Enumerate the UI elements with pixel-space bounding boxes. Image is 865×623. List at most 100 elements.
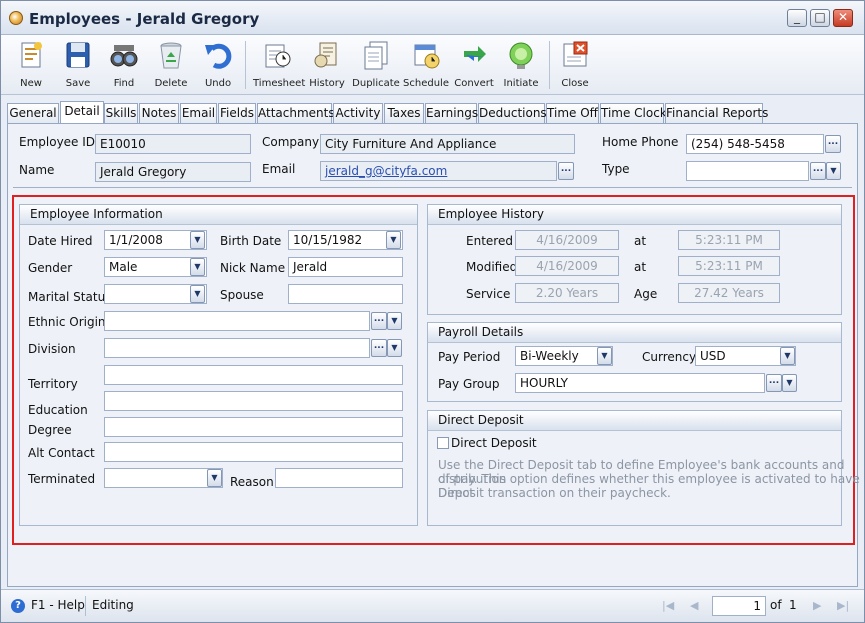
timesheet-button[interactable]: Timesheet: [253, 37, 305, 93]
service-label: Service: [466, 287, 511, 301]
division-ellipsis-button[interactable]: ...: [371, 339, 387, 357]
company-field[interactable]: City Furniture And Appliance: [320, 134, 575, 154]
marital-status-dropdown-button[interactable]: ▼: [190, 285, 205, 303]
tab-activity[interactable]: Activity: [333, 103, 383, 123]
currency-dropdown-button[interactable]: ▼: [780, 347, 795, 365]
terminated-label: Terminated: [28, 472, 96, 486]
modified-label: Modified: [466, 260, 518, 274]
maximize-button[interactable]: □: [810, 9, 830, 27]
direct-deposit-checkbox[interactable]: [437, 437, 449, 449]
pay-group-ellipsis-button[interactable]: ...: [766, 374, 782, 392]
modified-date-field: 4/16/2009: [515, 256, 619, 276]
initiate-button[interactable]: Initiate: [497, 37, 545, 93]
tab-time-clock[interactable]: Time Clock: [600, 103, 667, 123]
education-field[interactable]: [104, 391, 403, 411]
duplicate-button[interactable]: Duplicate: [352, 37, 400, 93]
employee-id-field[interactable]: E10010: [95, 134, 251, 154]
age-field: 27.42 Years: [678, 283, 780, 303]
undo-button[interactable]: Undo: [194, 37, 242, 93]
help-hint: F1 - Help: [31, 598, 85, 612]
home-phone-ellipsis-button[interactable]: ...: [825, 135, 841, 153]
type-ellipsis-button[interactable]: ...: [810, 162, 826, 180]
date-hired-label: Date Hired: [28, 234, 93, 248]
ethnic-origin-field[interactable]: [104, 311, 370, 331]
type-field[interactable]: [686, 161, 809, 181]
page-total: 1: [789, 598, 797, 612]
tab-time-off[interactable]: Time Off: [546, 103, 599, 123]
initiate-light-icon: [509, 42, 533, 69]
entered-date-field: 4/16/2009: [515, 230, 619, 250]
last-page-icon[interactable]: ▶|: [837, 599, 849, 612]
tab-skills[interactable]: Skills: [104, 103, 138, 123]
ethnic-origin-label: Ethnic Origin: [28, 315, 106, 329]
email-field[interactable]: jerald_g@cityfa.com: [320, 161, 557, 181]
tab-attachments[interactable]: Attachments: [257, 103, 335, 123]
gender-dropdown-button[interactable]: ▼: [190, 258, 205, 276]
first-page-icon[interactable]: |◀: [662, 599, 674, 612]
tab-notes[interactable]: Notes: [139, 103, 179, 123]
pay-group-field[interactable]: HOURLY: [515, 373, 765, 393]
find-button[interactable]: Find: [100, 37, 148, 93]
division-dropdown-button[interactable]: ▼: [387, 339, 402, 357]
name-label: Name: [19, 163, 55, 177]
payroll-details-header: Payroll Details: [428, 323, 841, 343]
tab-email[interactable]: Email: [180, 103, 217, 123]
convert-arrows-icon: [464, 46, 486, 62]
previous-page-icon[interactable]: ◀: [690, 599, 698, 612]
tab-general[interactable]: General: [7, 103, 59, 123]
convert-button[interactable]: Convert: [450, 37, 498, 93]
new-document-icon: [21, 42, 42, 68]
toolbar-separator: [245, 41, 246, 89]
territory-field[interactable]: [104, 365, 403, 385]
tab-detail[interactable]: Detail: [60, 101, 104, 124]
close-button[interactable]: Close: [551, 37, 599, 93]
help-icon[interactable]: ?: [11, 599, 25, 613]
birth-date-dropdown-button[interactable]: ▼: [386, 231, 401, 249]
spouse-field[interactable]: [288, 284, 403, 304]
date-hired-dropdown-button[interactable]: ▼: [190, 231, 205, 249]
pay-group-dropdown-button[interactable]: ▼: [782, 374, 797, 392]
alt-contact-field[interactable]: [104, 442, 403, 462]
ethnic-origin-ellipsis-button[interactable]: ...: [371, 312, 387, 330]
name-field[interactable]: Jerald Gregory: [95, 162, 251, 182]
tab-earnings[interactable]: Earnings: [425, 103, 478, 123]
tab-fields[interactable]: Fields: [218, 103, 256, 123]
next-page-icon[interactable]: ▶: [813, 599, 821, 612]
save-button[interactable]: Save: [54, 37, 102, 93]
close-window-button[interactable]: ✕: [833, 9, 853, 27]
territory-label: Territory: [28, 377, 78, 391]
type-dropdown-button[interactable]: ▼: [826, 162, 841, 180]
timesheet-clock-icon: [265, 44, 291, 68]
nick-name-field[interactable]: Jerald: [288, 257, 403, 277]
toolbar-separator: [549, 41, 550, 89]
employee-id-label: Employee ID: [19, 135, 96, 149]
page-of-label: of: [770, 598, 782, 612]
floppy-disk-icon: [66, 42, 90, 68]
terminated-field[interactable]: [104, 468, 223, 488]
tab-taxes[interactable]: Taxes: [384, 103, 424, 123]
terminated-dropdown-button[interactable]: ▼: [207, 469, 222, 487]
status-separator: [85, 596, 86, 616]
reason-field[interactable]: [275, 468, 403, 488]
gender-label: Gender: [28, 261, 73, 275]
minimize-button[interactable]: _: [787, 9, 807, 27]
degree-field[interactable]: [104, 417, 403, 437]
division-label: Division: [28, 342, 76, 356]
recycle-bin-icon: [160, 42, 182, 69]
service-field: 2.20 Years: [515, 283, 619, 303]
pay-period-dropdown-button[interactable]: ▼: [597, 347, 612, 365]
new-button[interactable]: New: [7, 37, 55, 93]
delete-button[interactable]: Delete: [147, 37, 195, 93]
home-phone-field[interactable]: (254) 548-5458: [686, 134, 824, 154]
page-number-input[interactable]: 1: [712, 596, 766, 616]
pay-period-label: Pay Period: [438, 350, 501, 364]
history-button[interactable]: History: [303, 37, 351, 93]
ethnic-origin-dropdown-button[interactable]: ▼: [387, 312, 402, 330]
title-bar: Employees - Jerald Gregory _ □ ✕: [1, 1, 864, 35]
tab-deductions[interactable]: Deductions: [478, 103, 547, 123]
tab-financial-reports[interactable]: Financial Reports: [665, 103, 768, 123]
email-ellipsis-button[interactable]: ...: [558, 162, 574, 180]
division-field[interactable]: [104, 338, 370, 358]
schedule-button[interactable]: Schedule: [402, 37, 450, 93]
type-label: Type: [602, 162, 630, 176]
